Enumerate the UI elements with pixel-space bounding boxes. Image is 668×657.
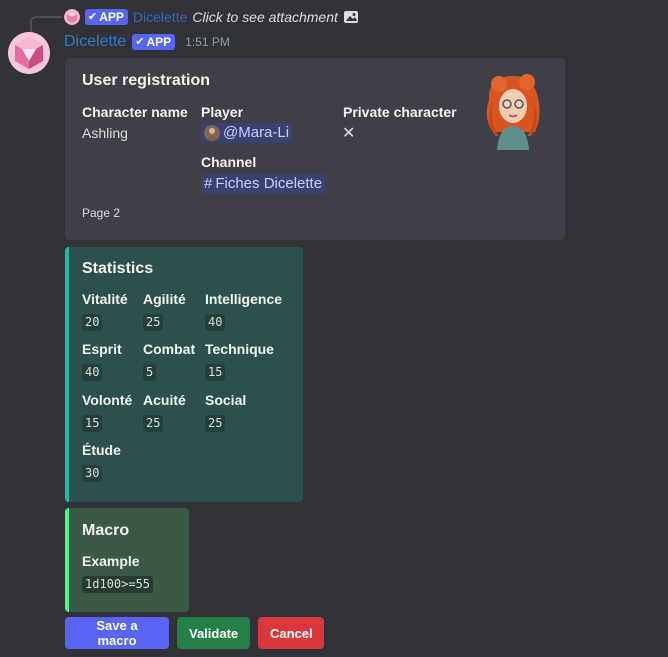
statistics-embed: Statistics Vitalité 20 Agilité 25 Intell…	[65, 247, 303, 502]
player-name: @Mara-Li	[223, 124, 290, 141]
stat-value: 40	[205, 314, 226, 331]
validate-button[interactable]: Validate	[177, 617, 250, 649]
stat-label: Vitalité	[82, 291, 128, 307]
stat-label: Agilité	[143, 291, 186, 307]
timestamp: 1:51 PM	[185, 35, 230, 49]
verified-check-icon: ✔	[88, 11, 98, 23]
hashtag-icon: #	[204, 175, 213, 192]
channel-name: Fiches Dicelette	[215, 175, 323, 192]
save-macro-button[interactable]: Save a macro	[65, 617, 169, 649]
stat-value: 25	[143, 314, 164, 331]
channel-mention[interactable]: # Fiches Dicelette	[201, 174, 326, 194]
author-avatar[interactable]	[8, 32, 50, 74]
stat-value: 25	[205, 415, 226, 432]
reply-avatar	[64, 9, 80, 25]
field-label-channel: Channel	[201, 154, 257, 170]
stat-value: 40	[82, 364, 103, 381]
character-thumbnail[interactable]	[479, 70, 549, 150]
stat-value: 25	[143, 415, 164, 432]
field-label-private-character: Private character	[343, 104, 457, 120]
macro-value: 1d100>=55	[82, 576, 154, 593]
stat-label: Volonté	[82, 392, 133, 408]
author-name[interactable]: Dicelette	[64, 33, 126, 51]
player-avatar	[204, 125, 220, 141]
reply-author[interactable]: Dicelette	[133, 9, 187, 25]
registration-embed: User registration Character name Ashling…	[65, 58, 565, 240]
field-value-character-name: Ashling	[82, 125, 128, 141]
reply-app-badge: ✔ APP	[85, 9, 128, 25]
x-icon: ✕	[342, 125, 356, 142]
stat-label: Esprit	[82, 341, 122, 357]
field-label-player: Player	[201, 104, 244, 120]
field-label-character-name: Character name	[82, 104, 188, 120]
macro-embed: Macro Example 1d100>=55	[65, 508, 189, 612]
verified-check-icon: ✔	[135, 36, 145, 48]
statistics-title: Statistics	[82, 260, 154, 277]
app-badge: ✔ APP	[132, 34, 176, 50]
stat-label: Social	[205, 392, 247, 408]
stat-label: Acuité	[143, 392, 186, 408]
stat-value: 15	[82, 415, 103, 432]
cancel-button[interactable]: Cancel	[258, 617, 324, 649]
image-icon	[343, 9, 359, 25]
stat-label: Combat	[143, 341, 196, 357]
reply-preview[interactable]: ✔ APP Dicelette Click to see attachment	[64, 8, 359, 26]
stat-value: 20	[82, 314, 103, 331]
stat-label: Intelligence	[205, 291, 283, 307]
player-mention[interactable]: @Mara-Li	[201, 123, 293, 143]
stat-value: 15	[205, 364, 226, 381]
stat-value: 30	[82, 465, 103, 482]
reply-connector	[30, 16, 62, 32]
stat-value: 5	[143, 364, 157, 381]
macro-title: Macro	[82, 522, 130, 539]
embed-title: User registration	[82, 72, 211, 89]
embed-footer: Page 2	[82, 206, 121, 220]
stat-label: Étude	[82, 442, 121, 458]
macro-name: Example	[82, 553, 140, 569]
reply-text[interactable]: Click to see attachment	[192, 9, 338, 25]
message-header: Dicelette ✔ APP 1:51 PM	[64, 33, 230, 51]
stat-label: Technique	[205, 341, 274, 357]
